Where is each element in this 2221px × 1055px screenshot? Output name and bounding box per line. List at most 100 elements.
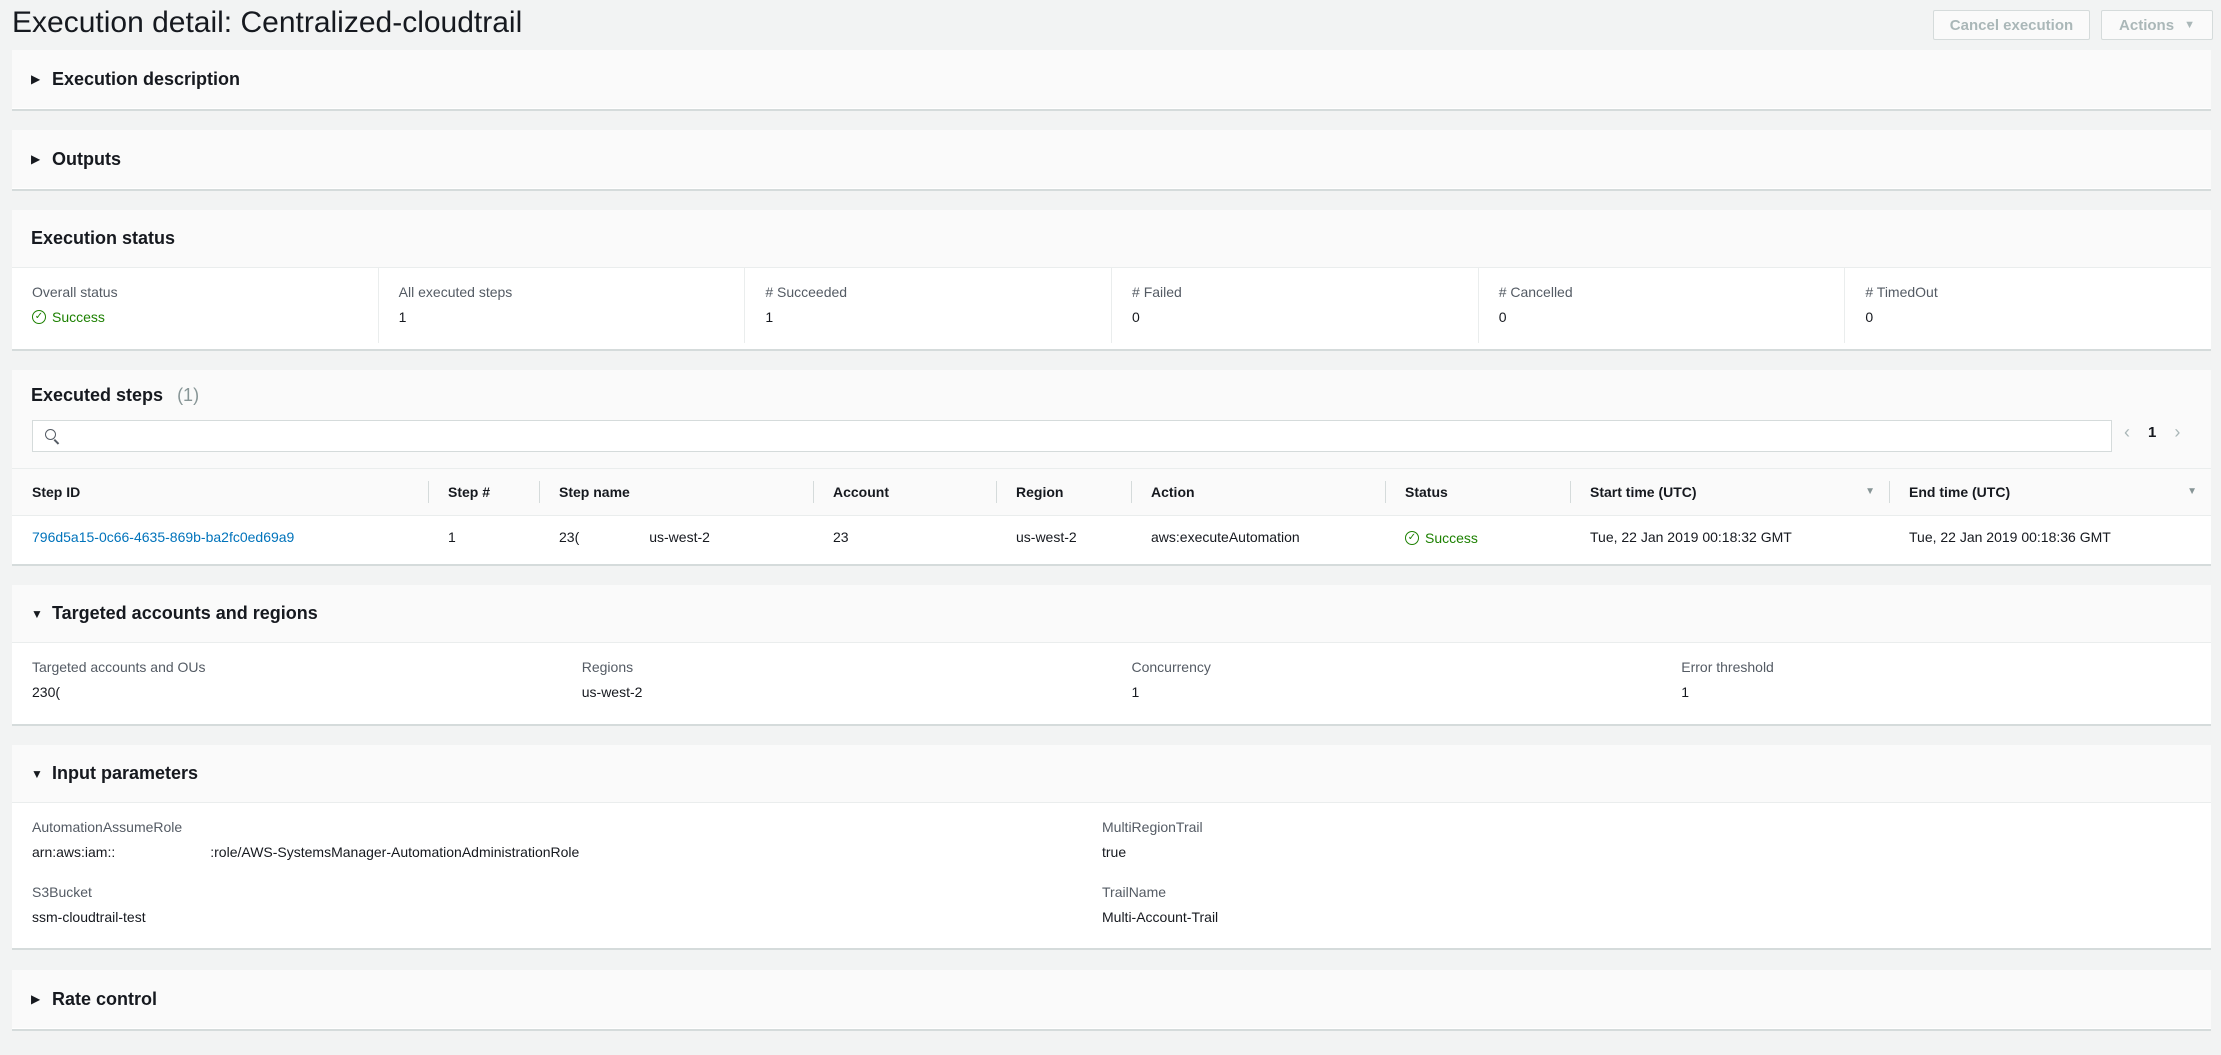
col-step-name[interactable]: Step name: [539, 468, 813, 516]
col-end-time[interactable]: End time (UTC) ▼: [1889, 468, 2211, 516]
cancel-execution-button[interactable]: Cancel execution: [1933, 10, 2090, 40]
automation-assume-role-value: arn:aws:iam:::role/AWS-SystemsManager-Au…: [32, 844, 1102, 860]
outputs-title: Outputs: [52, 148, 121, 169]
targeted-accounts-value: 230(: [32, 684, 61, 700]
all-executed-steps-value: 1: [398, 309, 407, 325]
col-step-num-label: Step #: [448, 484, 491, 500]
executed-steps-title: Executed steps: [31, 384, 164, 405]
col-status-label: Status: [1405, 484, 1448, 500]
col-end-time-label: End time (UTC): [1909, 484, 2011, 500]
concurrency: Concurrency 1: [1112, 643, 1662, 721]
col-region-label: Region: [1016, 484, 1064, 500]
rate-control-header[interactable]: ▶ Rate control: [12, 970, 2211, 1028]
col-action-label: Action: [1151, 484, 1195, 500]
cancel-execution-label: Cancel execution: [1949, 16, 2074, 34]
next-page-icon[interactable]: ›: [2174, 422, 2180, 443]
steps-toolbar: ‹ 1 ›: [12, 420, 2211, 468]
current-page[interactable]: 1: [2148, 424, 2156, 441]
overall-status-label: Overall status: [32, 284, 118, 300]
col-step-id[interactable]: Step ID: [12, 468, 428, 516]
trail-name-value: Multi-Account-Trail: [1102, 909, 1219, 925]
trail-name: TrailName Multi-Account-Trail: [1102, 884, 2211, 949]
steps-table: Step ID Step # Step name Account Region …: [12, 468, 2211, 557]
failed-label: # Failed: [1132, 284, 1182, 300]
outputs-panel: ▶ Outputs: [12, 130, 2211, 191]
success-check-icon: ✓: [1405, 531, 1419, 545]
concurrency-label: Concurrency: [1131, 659, 1211, 675]
col-status[interactable]: Status: [1385, 468, 1570, 516]
cancelled-value: 0: [1498, 309, 1507, 325]
execution-description-header[interactable]: ▶ Execution description: [12, 50, 2211, 108]
actions-dropdown-button[interactable]: Actions ▼: [2101, 10, 2213, 40]
input-parameters-header[interactable]: ▼ Input parameters: [12, 745, 2211, 803]
s3-bucket: S3Bucket ssm-cloudtrail-test: [12, 884, 1102, 949]
actions-label: Actions: [2119, 16, 2175, 34]
overall-status: Overall status ✓ Success: [12, 268, 378, 343]
rate-control-panel: ▶ Rate control: [12, 970, 2211, 1031]
executed-steps-header: Executed steps (1): [12, 370, 2211, 420]
all-executed-steps: All executed steps 1: [377, 268, 745, 343]
role-prefix: arn:aws:iam::: [32, 844, 116, 860]
col-start-time[interactable]: Start time (UTC) ▼: [1570, 468, 1889, 516]
execution-status-header: Execution status: [12, 210, 2211, 268]
regions-value: us-west-2: [581, 684, 643, 700]
status-badge: ✓ Success: [1405, 530, 1478, 546]
executed-steps-panel: Executed steps (1) ‹ 1 › Step ID Step # …: [12, 370, 2211, 566]
pagination: ‹ 1 ›: [2124, 422, 2180, 443]
overall-status-text: Success: [52, 309, 105, 325]
table-row: 796d5a15-0c66-4635-869b-ba2fc0ed69a9 1 2…: [12, 516, 2211, 558]
cancelled-label: # Cancelled: [1498, 284, 1573, 300]
end-time-cell: Tue, 22 Jan 2019 00:18:36 GMT: [1909, 528, 2111, 545]
action-cell: aws:executeAutomation: [1151, 528, 1300, 545]
succeeded-count: # Succeeded 1: [744, 268, 1111, 343]
col-action[interactable]: Action: [1131, 468, 1385, 516]
execution-description-panel: ▶ Execution description: [12, 50, 2211, 111]
col-step-id-label: Step ID: [32, 484, 81, 500]
execution-status-panel: Execution status Overall status ✓ Succes…: [12, 210, 2211, 351]
step-id-link[interactable]: 796d5a15-0c66-4635-869b-ba2fc0ed69a9: [32, 529, 294, 545]
success-check-icon: ✓: [32, 310, 46, 324]
input-parameters-grid: AutomationAssumeRole arn:aws:iam:::role/…: [12, 803, 2211, 947]
step-num-cell: 1: [448, 528, 456, 545]
targeted-accounts: Targeted accounts and OUs 230(: [12, 643, 562, 721]
col-region[interactable]: Region: [996, 468, 1131, 516]
error-threshold-value: 1: [1681, 684, 1690, 700]
status-text: Success: [1425, 530, 1478, 546]
start-time-cell: Tue, 22 Jan 2019 00:18:32 GMT: [1590, 528, 1792, 545]
expand-triangle-icon: ▶: [31, 992, 41, 1006]
all-executed-steps-label: All executed steps: [398, 284, 513, 300]
status-grid: Overall status ✓ Success All executed st…: [12, 268, 2211, 343]
succeeded-label: # Succeeded: [765, 284, 848, 300]
account-cell: 23: [833, 528, 849, 545]
step-name-suffix: us-west-2: [649, 528, 710, 545]
trail-name-label: TrailName: [1102, 884, 1167, 900]
previous-page-icon[interactable]: ‹: [2124, 422, 2130, 443]
col-step-name-label: Step name: [559, 484, 630, 500]
steps-table-header: Step ID Step # Step name Account Region …: [12, 468, 2211, 516]
timedout-label: # TimedOut: [1865, 284, 1938, 300]
targeted-accounts-panel: ▼ Targeted accounts and regions Targeted…: [12, 585, 2211, 726]
failed-count: # Failed 0: [1111, 268, 1478, 343]
steps-search-input[interactable]: [32, 420, 2112, 452]
input-parameters-panel: ▼ Input parameters AutomationAssumeRole …: [12, 745, 2211, 950]
targeted-accounts-title: Targeted accounts and regions: [52, 603, 318, 623]
s3-bucket-label: S3Bucket: [32, 884, 92, 900]
failed-value: 0: [1132, 309, 1140, 325]
step-name-prefix: 23(: [559, 528, 580, 545]
col-account[interactable]: Account: [813, 468, 996, 516]
sort-down-icon[interactable]: ▼: [2187, 486, 2197, 497]
caret-down-icon: ▼: [2184, 19, 2195, 31]
targeted-accounts-header[interactable]: ▼ Targeted accounts and regions: [12, 585, 2211, 643]
step-name-cell: 23( us-west-2: [539, 516, 813, 558]
region-cell: us-west-2: [1016, 528, 1077, 545]
sort-down-icon[interactable]: ▼: [1865, 486, 1875, 497]
expand-triangle-icon: ▶: [31, 72, 41, 86]
col-start-time-label: Start time (UTC): [1590, 484, 1697, 500]
regions-label: Regions: [581, 659, 634, 675]
automation-assume-role: AutomationAssumeRole arn:aws:iam:::role/…: [12, 819, 1102, 884]
execution-description-title: Execution description: [52, 68, 241, 89]
outputs-header[interactable]: ▶ Outputs: [12, 130, 2211, 188]
timedout-value: 0: [1865, 309, 1874, 325]
col-step-num[interactable]: Step #: [428, 468, 539, 516]
multi-region-trail: MultiRegionTrail true: [1102, 819, 2211, 884]
